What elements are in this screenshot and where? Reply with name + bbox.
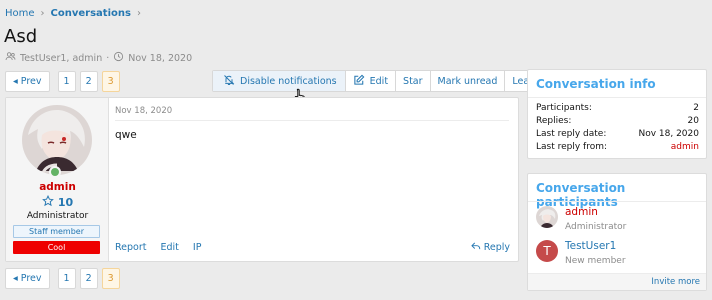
user-title: Administrator — [26, 211, 89, 221]
info-value: Nov 18, 2020 — [638, 129, 699, 139]
page-3-button[interactable]: 3 — [101, 71, 120, 92]
info-label: Last reply date: — [536, 129, 607, 139]
message-divider — [115, 120, 509, 121]
mark-unread-button[interactable]: Mark unread — [431, 71, 506, 91]
message-footer: Report Edit IP Reply — [115, 241, 510, 254]
reply-icon — [470, 241, 481, 254]
conversation-meta: TestUser1, admin · Nov 18, 2020 — [5, 51, 192, 65]
page-2-button[interactable]: 2 — [79, 268, 98, 289]
conversation-start-date: Nov 18, 2020 — [128, 52, 193, 64]
page-2-button[interactable]: 2 — [79, 71, 98, 92]
meta-separator: · — [106, 52, 110, 64]
conversation-participants-title: Conversation participants — [536, 181, 626, 209]
message-date[interactable]: Nov 18, 2020 — [115, 106, 172, 116]
info-label: Last reply from: — [536, 142, 608, 152]
info-row-participants: Participants: 2 — [536, 103, 699, 113]
conversation-info-title: Conversation info — [536, 77, 656, 91]
page-nav-bottom: ◂ Prev 1 2 3 — [5, 268, 120, 289]
star-icon — [41, 194, 54, 210]
clock-icon — [113, 51, 124, 65]
info-label: Replies: — [536, 116, 572, 126]
message-username[interactable]: admin — [6, 181, 109, 193]
avatar[interactable]: T — [536, 240, 558, 262]
page-3-button[interactable]: 3 — [101, 268, 120, 289]
avatar[interactable] — [22, 105, 92, 175]
info-row-last-reply-from: Last reply from: admin — [536, 142, 699, 152]
block-footer: Invite more — [528, 273, 706, 290]
info-label: Participants: — [536, 103, 592, 113]
conversation-info-block: Conversation info Participants: 2 Replie… — [527, 69, 707, 159]
participant-name[interactable]: TestUser1 — [565, 240, 626, 252]
page-title: Asd — [4, 26, 38, 47]
breadcrumb-separator: › — [40, 8, 45, 19]
edit-conversation-button[interactable]: Edit — [346, 71, 397, 91]
edit-label: Edit — [369, 75, 389, 87]
message: admin 10 Administrator Staff member Cool… — [5, 97, 519, 262]
report-link[interactable]: Report — [115, 242, 147, 253]
participants-list: TestUser1, admin — [20, 52, 103, 64]
participant-item: T TestUser1 New member — [536, 240, 626, 266]
avatar[interactable] — [536, 206, 558, 228]
page-1-button[interactable]: 1 — [57, 268, 76, 289]
participant-info: admin Administrator — [565, 206, 626, 232]
edit-message-link[interactable]: Edit — [161, 242, 179, 253]
participant-item: admin Administrator — [536, 206, 626, 232]
online-status-indicator — [49, 166, 61, 178]
page-nav-top: ◂ Prev 1 2 3 — [5, 71, 120, 92]
ip-link[interactable]: IP — [193, 242, 202, 253]
breadcrumb: Home › Conversations › — [5, 8, 141, 19]
invite-more-link[interactable]: Invite more — [651, 277, 700, 287]
prev-page-button[interactable]: ◂ Prev — [5, 71, 50, 92]
participant-role: New member — [565, 256, 626, 266]
info-row-last-reply-date: Last reply date: Nov 18, 2020 — [536, 129, 699, 139]
block-divider — [528, 201, 706, 202]
breadcrumb-separator: › — [136, 8, 141, 19]
info-value: 2 — [693, 103, 699, 113]
block-divider — [528, 97, 706, 98]
participant-info: TestUser1 New member — [565, 240, 626, 266]
conversation-participants-block: Conversation participants admin Administ… — [527, 173, 707, 291]
conversation-actions: Disable notifications Edit Star Mark unr… — [212, 70, 549, 92]
breadcrumb-home-link[interactable]: Home — [5, 8, 35, 19]
participant-name[interactable]: admin — [565, 206, 626, 218]
disable-notifications-button[interactable]: Disable notifications — [213, 71, 346, 91]
staff-member-banner: Staff member — [13, 225, 100, 238]
last-reply-user-link[interactable]: admin — [671, 142, 699, 152]
users-icon — [5, 51, 16, 65]
disable-notifications-label: Disable notifications — [240, 75, 337, 87]
trophy-points-value: 10 — [57, 196, 74, 209]
page-1-button[interactable]: 1 — [57, 71, 76, 92]
reply-label: Reply — [483, 242, 510, 253]
info-row-replies: Replies: 20 — [536, 116, 699, 126]
message-user-cell: admin 10 Administrator Staff member Cool — [6, 98, 109, 261]
prev-page-button[interactable]: ◂ Prev — [5, 268, 50, 289]
participant-role: Administrator — [565, 222, 627, 232]
custom-user-banner: Cool — [13, 241, 100, 254]
message-body: qwe — [115, 129, 137, 141]
info-value: 20 — [687, 116, 699, 126]
reply-button[interactable]: Reply — [470, 241, 510, 254]
edit-icon — [353, 74, 365, 89]
breadcrumb-conversations-link[interactable]: Conversations — [51, 8, 131, 19]
bell-slash-icon — [223, 74, 235, 89]
trophy-points[interactable]: 10 — [6, 194, 109, 210]
star-button[interactable]: Star — [396, 71, 431, 91]
